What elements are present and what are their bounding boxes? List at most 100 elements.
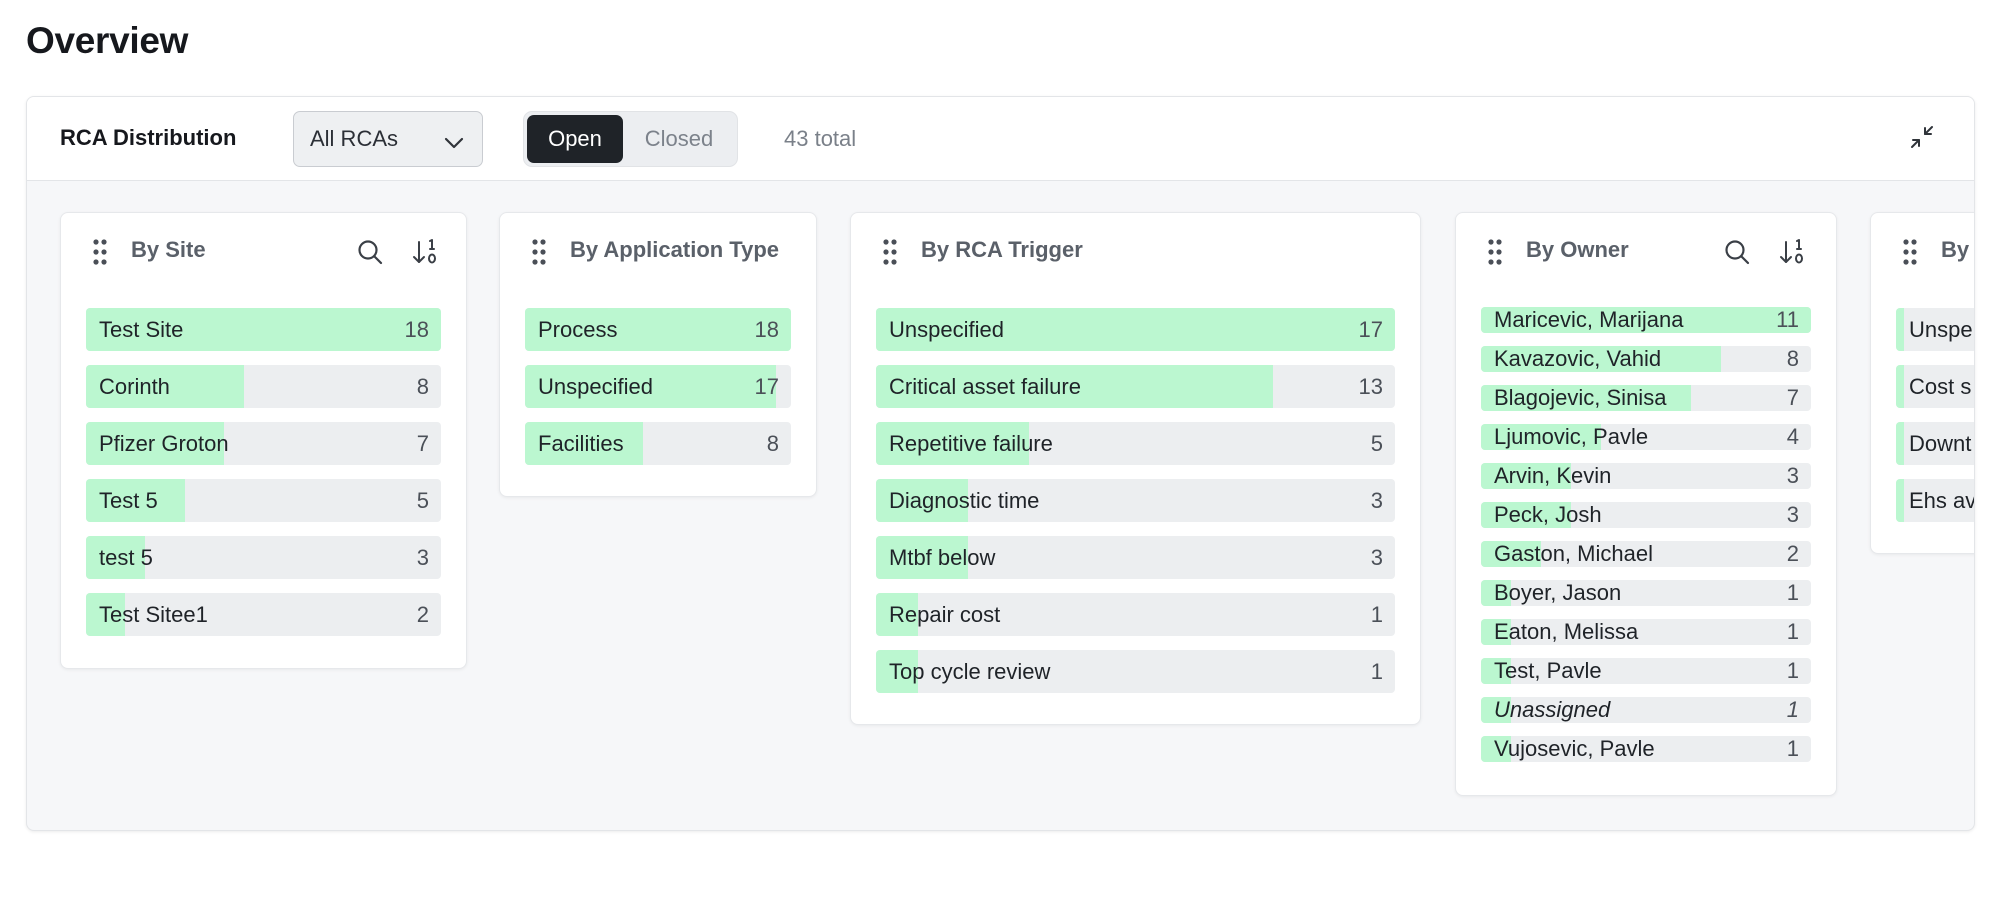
drag-handle-icon[interactable]: [532, 239, 546, 270]
rca-filter-select[interactable]: All RCAs: [293, 111, 483, 167]
card-title: By Application Type: [570, 237, 780, 262]
bar-row[interactable]: Arvin, Kevin 3: [1481, 463, 1811, 489]
bar-label: Critical asset failure: [889, 373, 1081, 399]
bar-count: 17: [1358, 316, 1383, 342]
bar-label: Unspecified: [889, 316, 1004, 342]
bar-row[interactable]: Corinth 8: [86, 365, 441, 408]
bar-label: Test 5: [99, 487, 158, 513]
bar-label: Process: [538, 316, 618, 342]
bar-row[interactable]: Blagojevic, Sinisa 7: [1481, 385, 1811, 411]
bar-row[interactable]: Eaton, Melissa 1: [1481, 619, 1811, 645]
bar-count: 17: [754, 373, 779, 399]
bar-label: Maricevic, Marijana: [1494, 307, 1684, 332]
chevron-down-icon: [444, 131, 464, 157]
bar-label: Gaston, Michael: [1494, 541, 1653, 566]
bar-count: 2: [416, 601, 429, 627]
bar-row[interactable]: Test Sitee1 2: [86, 593, 441, 636]
tab-closed[interactable]: Closed: [625, 115, 733, 163]
bar-row[interactable]: Top cycle review 1: [876, 650, 1395, 693]
bar-row[interactable]: Ljumovic, Pavle 4: [1481, 424, 1811, 450]
bar-row[interactable]: test 5 3: [86, 536, 441, 579]
sort-icon: [1778, 239, 1808, 271]
bar-count: 5: [416, 487, 429, 513]
bar-count: 13: [1358, 373, 1383, 399]
bar-row[interactable]: Unassigned 1: [1481, 697, 1811, 723]
bar-count: 18: [404, 316, 429, 342]
bar-row[interactable]: Boyer, Jason 1: [1481, 580, 1811, 606]
bar-row[interactable]: Vujosevic, Pavle 1: [1481, 736, 1811, 762]
sort-button[interactable]: [1778, 237, 1808, 267]
bar-row[interactable]: Ehs av: [1896, 479, 1975, 522]
bar-count: 18: [754, 316, 779, 342]
tab-open[interactable]: Open: [527, 115, 623, 163]
search-button[interactable]: [355, 237, 385, 267]
drag-handle-icon[interactable]: [1903, 239, 1917, 270]
card-by-owner: By Owner Maricevic, Marijana 11 Kavazovic, …: [1455, 212, 1837, 796]
bar-label: Vujosevic, Pavle: [1494, 736, 1655, 761]
bar-count: 8: [1786, 346, 1799, 371]
bar-row[interactable]: Downt: [1896, 422, 1974, 465]
bar-fill: [1896, 479, 1904, 522]
bar-row[interactable]: Test 5 5: [86, 479, 441, 522]
bar-label: Repair cost: [889, 601, 1001, 627]
bar-count: 3: [1370, 487, 1383, 513]
bar-fill: [1896, 365, 1904, 408]
bar-label: Ehs av: [1909, 487, 1975, 513]
bar-row[interactable]: Maricevic, Marijana 11: [1481, 307, 1811, 333]
bar-row[interactable]: Critical asset failure 13: [876, 365, 1395, 408]
bar-row[interactable]: Test, Pavle 1: [1481, 658, 1811, 684]
bar-count: 1: [1370, 658, 1383, 684]
bar-label: Test Site: [99, 316, 184, 342]
card-header: By: [1871, 213, 1974, 293]
bar-label: Corinth: [99, 373, 170, 399]
bar-row[interactable]: Unspecified 17: [525, 365, 791, 408]
bar-row[interactable]: Diagnostic time 3: [876, 479, 1395, 522]
card-by-partial: By Unspe Cost s Downt Ehs av: [1870, 212, 1975, 554]
panel-toolbar: RCA Distribution All RCAs Open Closed 43…: [27, 97, 1974, 181]
bar-count: 7: [416, 430, 429, 456]
sort-button[interactable]: [411, 237, 441, 267]
rca-filter-value: All RCAs: [310, 126, 399, 151]
bar-label: Eaton, Melissa: [1494, 619, 1639, 644]
bar-label: Arvin, Kevin: [1494, 463, 1612, 488]
bar-row[interactable]: Facilities 8: [525, 422, 791, 465]
collapse-button[interactable]: [1906, 123, 1938, 155]
bar-count: 3: [1370, 544, 1383, 570]
bar-label: Mtbf below: [889, 544, 996, 570]
bar-row[interactable]: Mtbf below 3: [876, 536, 1395, 579]
bar-count: 5: [1370, 430, 1383, 456]
bar-row[interactable]: Pfizer Groton 7: [86, 422, 441, 465]
bar-label: test 5: [99, 544, 153, 570]
bar-row[interactable]: Gaston, Michael 2: [1481, 541, 1811, 567]
bar-label: Repetitive failure: [889, 430, 1053, 456]
bar-row[interactable]: Repair cost 1: [876, 593, 1395, 636]
search-button[interactable]: [1722, 237, 1752, 267]
bar-count: 2: [1786, 541, 1799, 566]
bar-row[interactable]: Cost s: [1896, 365, 1974, 408]
bar-row[interactable]: Unspecified 17: [876, 308, 1395, 351]
panel-title: RCA Distribution: [60, 125, 237, 150]
bar-label: Downt: [1909, 430, 1972, 456]
bar-label: Test Sitee1: [99, 601, 208, 627]
bar-count: 1: [1786, 580, 1799, 605]
drag-handle-icon[interactable]: [93, 239, 107, 270]
bar-row[interactable]: Unspe: [1896, 308, 1974, 351]
bar-count: 1: [1786, 619, 1799, 644]
bar-count: 8: [766, 430, 779, 456]
bar-fill: [1896, 308, 1904, 351]
distribution-cards: By Site Test Site 18 Corinth 8 Pfizer Groton 7…: [27, 181, 1974, 830]
bar-label: Diagnostic time: [889, 487, 1040, 513]
collapse-icon: [1909, 124, 1935, 155]
bar-label: Unspe: [1909, 316, 1973, 342]
bar-label: Facilities: [538, 430, 624, 456]
bar-label: Pfizer Groton: [99, 430, 229, 456]
drag-handle-icon[interactable]: [883, 239, 897, 270]
status-toggle: Open Closed: [523, 111, 738, 167]
bar-count: 1: [1370, 601, 1383, 627]
bar-row[interactable]: Peck, Josh 3: [1481, 502, 1811, 528]
bar-row[interactable]: Test Site 18: [86, 308, 441, 351]
bar-row[interactable]: Process 18: [525, 308, 791, 351]
bar-row[interactable]: Repetitive failure 5: [876, 422, 1395, 465]
bar-row[interactable]: Kavazovic, Vahid 8: [1481, 346, 1811, 372]
drag-handle-icon[interactable]: [1488, 239, 1502, 270]
